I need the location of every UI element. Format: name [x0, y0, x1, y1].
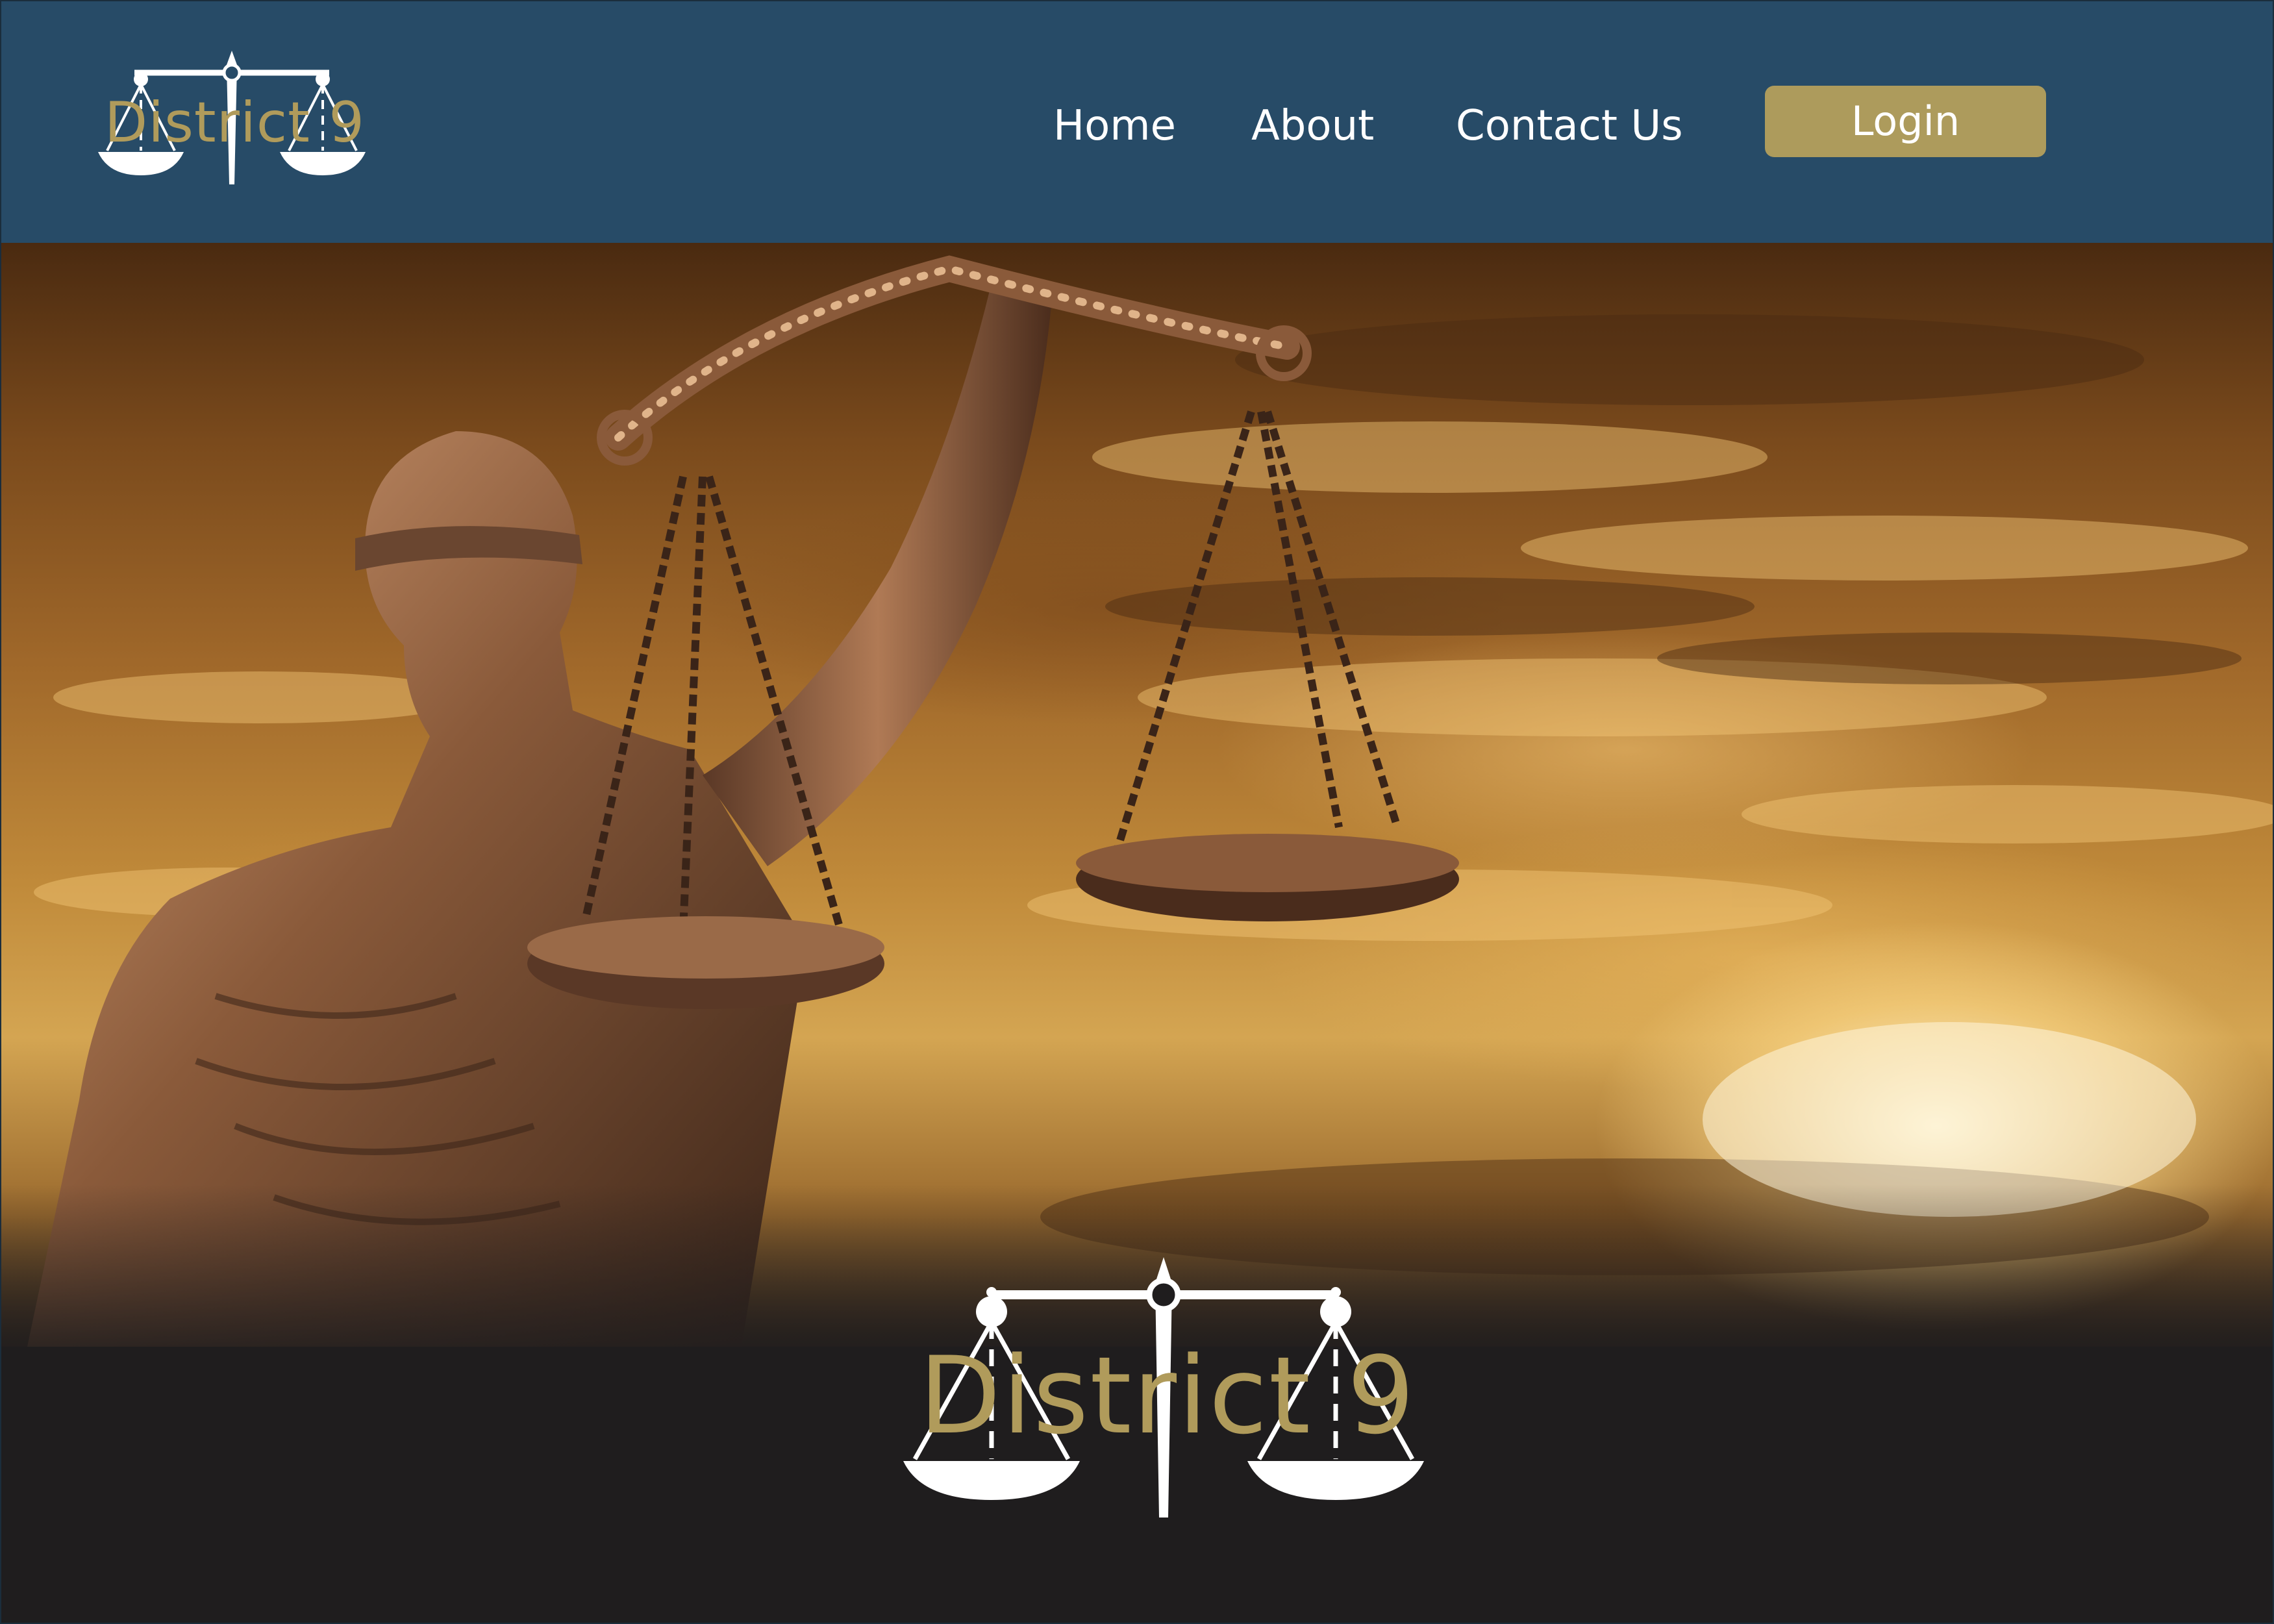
site-header: District 9 Home About Contact Us Login: [1, 1, 2273, 243]
brand-logo-link[interactable]: District 9: [89, 47, 375, 193]
brand-name: District 9: [105, 90, 365, 155]
lady-justice-statue-image: [1, 255, 2273, 1347]
hero-image: [1, 243, 2273, 1347]
nav-contact-us-link[interactable]: Contact Us: [1456, 95, 1683, 157]
page: District 9 Home About Contact Us Login D…: [0, 0, 2274, 1624]
nav-about-link[interactable]: About: [1251, 95, 1374, 157]
login-button[interactable]: Login: [1765, 86, 2046, 157]
nav-home-link[interactable]: Home: [1053, 95, 1176, 157]
footer-brand-name: District 9: [919, 1334, 1416, 1458]
footer-logo: District 9: [901, 1255, 1427, 1527]
